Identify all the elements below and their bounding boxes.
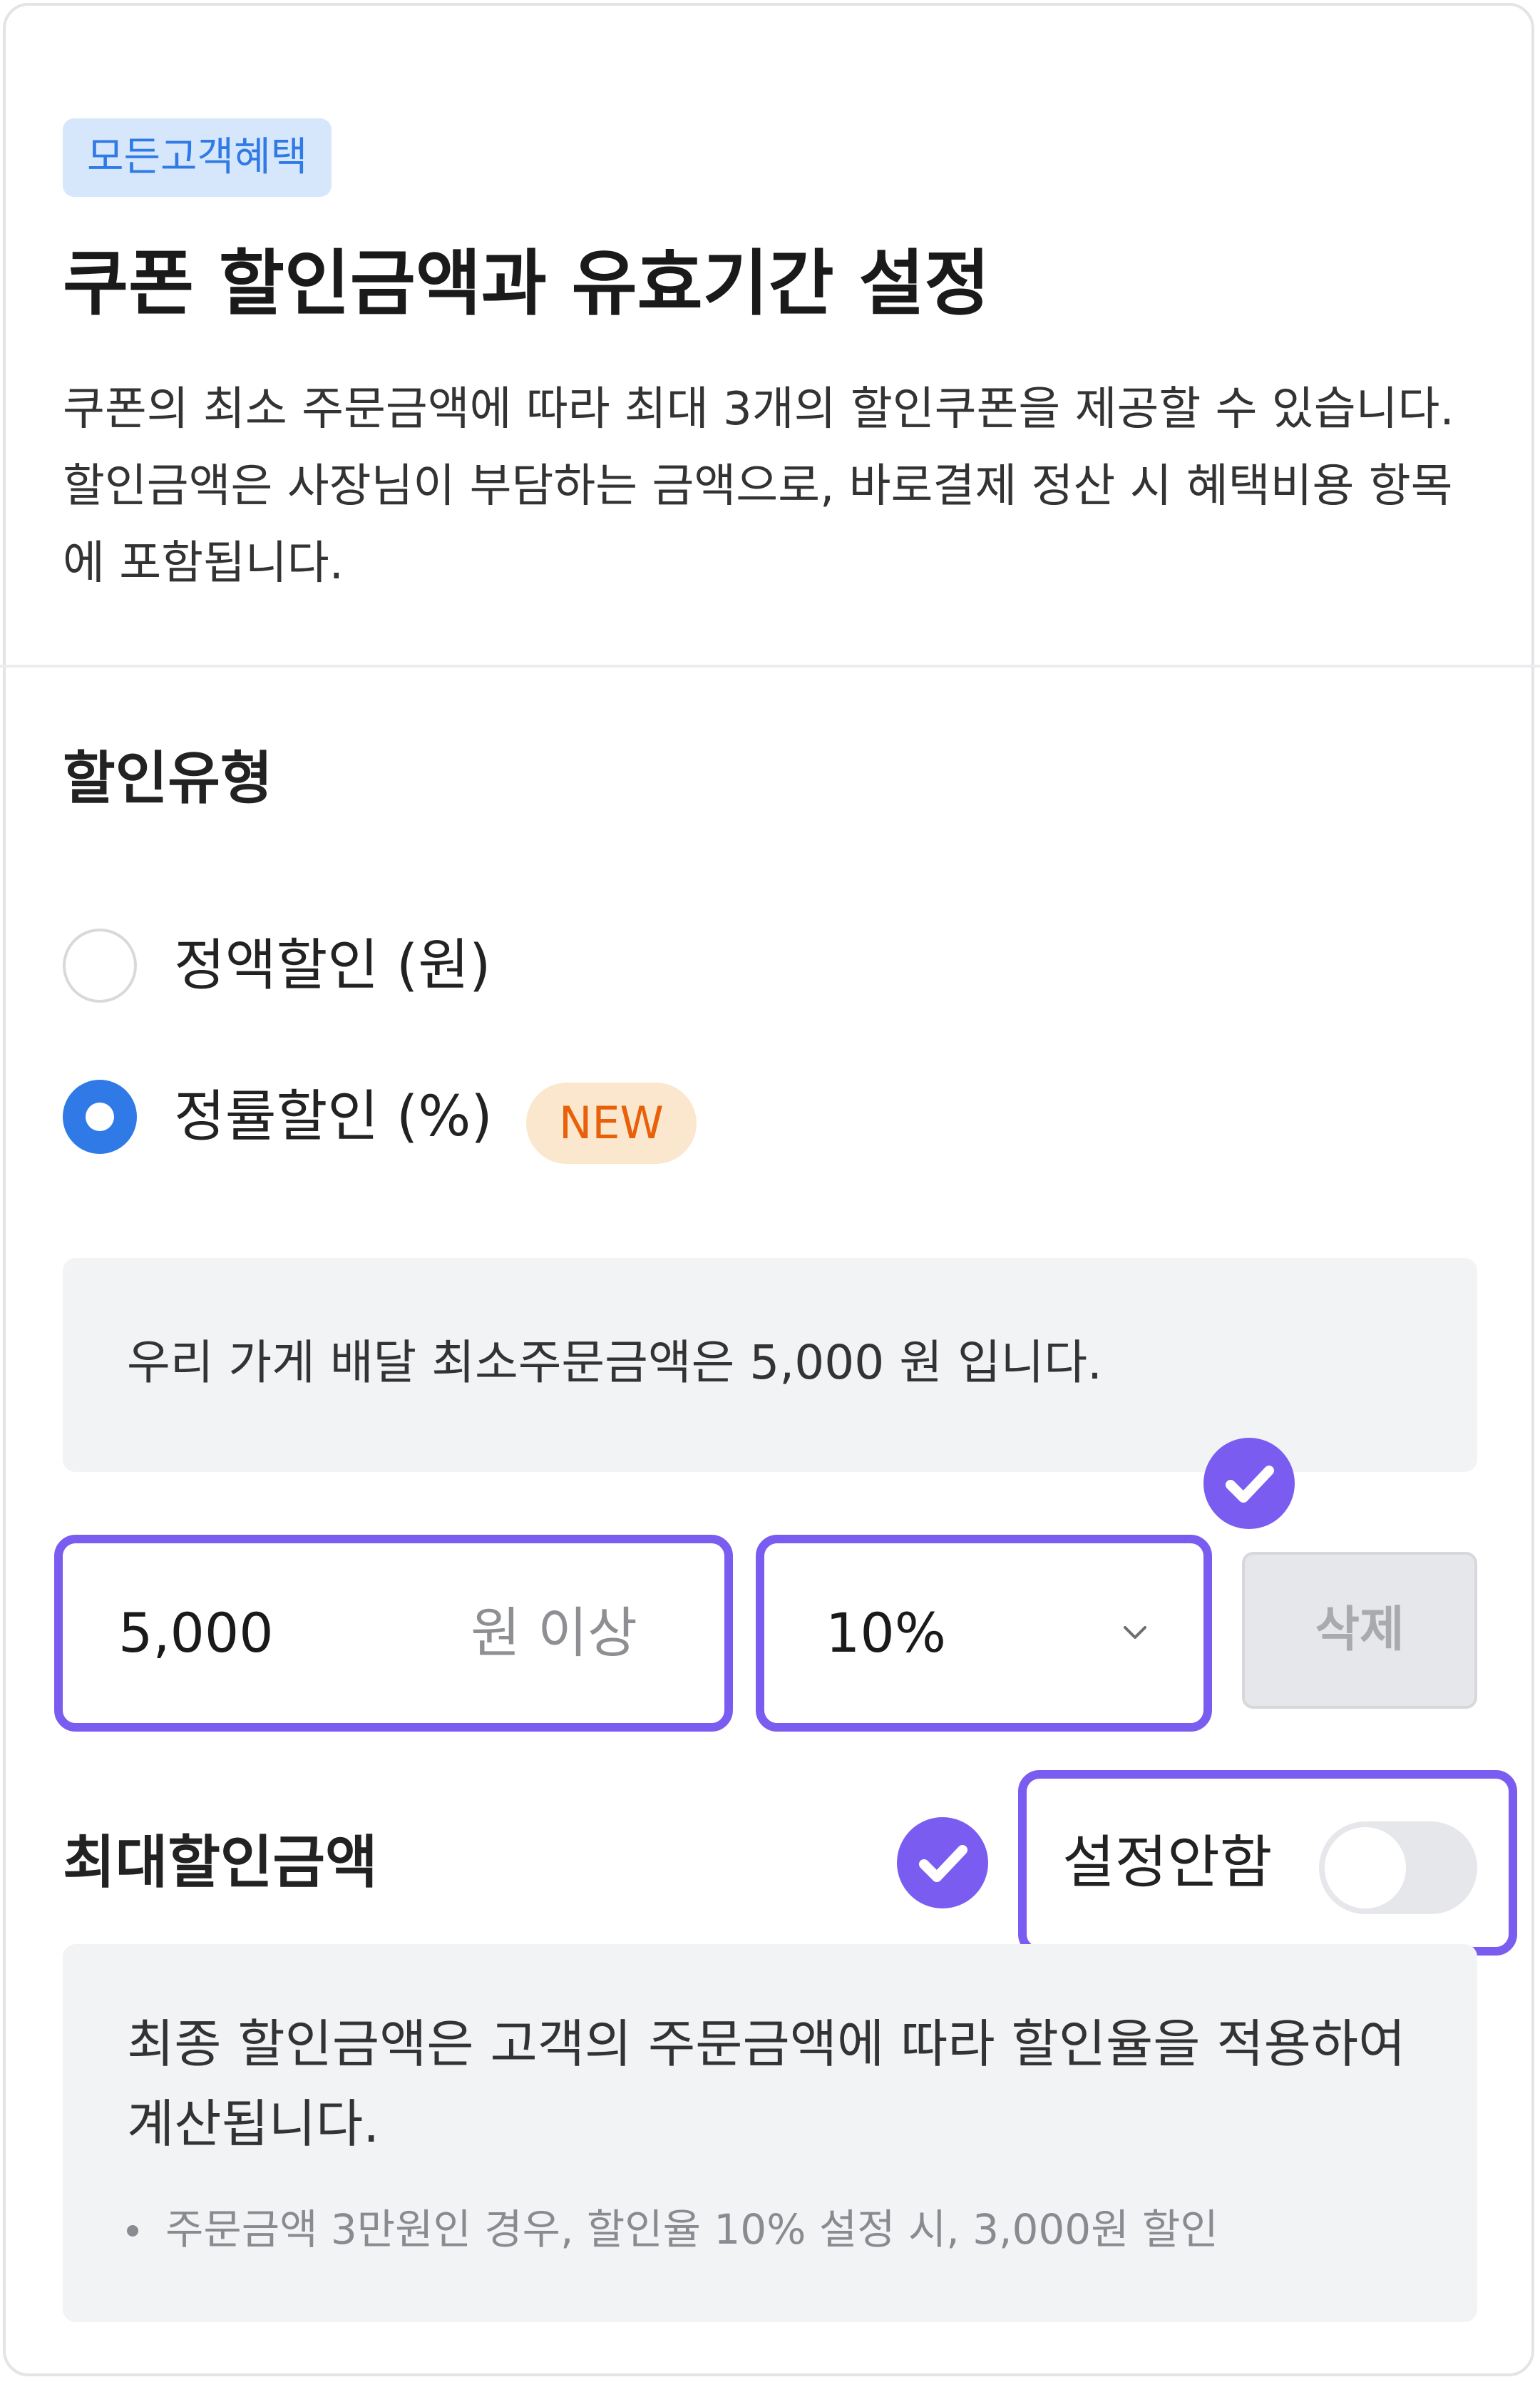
discount-type-label: 할인유형 — [63, 745, 273, 812]
page-description: 쿠폰의 최소 주문금액에 따라 최대 3개의 할인쿠폰을 제공할 수 있습니다.… — [63, 383, 1454, 590]
max-discount-label: 최대할인금액 — [63, 1829, 378, 1896]
discount-rate-select[interactable]: 10% — [756, 1535, 1212, 1732]
min-order-amount-input[interactable]: 5,000 원 이상 — [54, 1535, 733, 1732]
final-discount-note-text: 최종 할인금액은 고객의 주문금액에 따라 할인율을 적용하여 계산됩니다. — [127, 2014, 1406, 2154]
min-order-amount-value: 5,000 — [118, 1601, 274, 1665]
percent-discount-radio[interactable] — [63, 1080, 137, 1154]
page-title: 쿠폰 할인금액과 유효기간 설정 — [63, 242, 990, 325]
max-discount-toggle-label: 설정안함 — [1062, 1829, 1273, 1896]
chevron-down-icon — [1118, 1615, 1152, 1652]
fixed-discount-label[interactable]: 정액할인 (원) — [174, 923, 491, 1008]
toggle-knob — [1325, 1827, 1406, 1908]
delete-button[interactable]: 삭제 — [1242, 1552, 1477, 1709]
check-icon — [897, 1817, 988, 1908]
section-divider — [0, 665, 1540, 668]
all-customers-benefit-badge: 모든고객혜택 — [63, 118, 332, 197]
max-discount-toggle[interactable] — [1319, 1821, 1477, 1914]
new-badge: NEW — [526, 1083, 697, 1164]
fixed-discount-radio[interactable] — [63, 929, 137, 1003]
percent-discount-label[interactable]: 정률할인 (%) — [174, 1074, 493, 1160]
min-order-info-text: 우리 가게 배달 최소주문금액은 5,000 원 입니다. — [127, 1335, 1103, 1390]
min-order-amount-suffix: 원 이상 — [471, 1601, 637, 1665]
check-icon — [1203, 1438, 1295, 1529]
bullet-dot — [127, 2225, 138, 2237]
example-bullet-text: 주문금액 3만원인 경우, 할인율 10% 설정 시, 3,000원 할인 — [165, 2205, 1218, 2254]
discount-rate-value: 10% — [826, 1601, 946, 1665]
